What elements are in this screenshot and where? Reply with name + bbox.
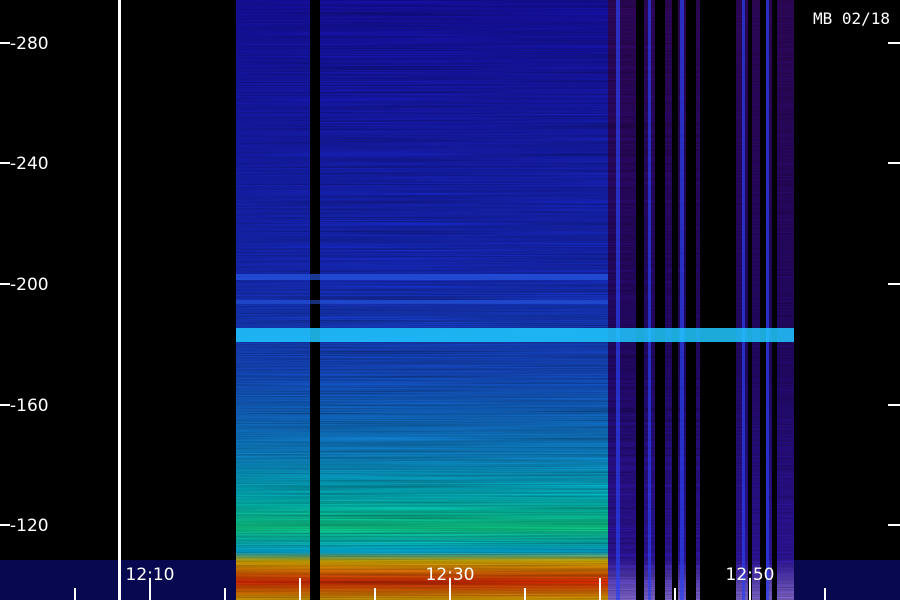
signal-strip (648, 0, 651, 600)
x-tick-label: 12:10 (126, 565, 175, 585)
y-tick-label: -160 (10, 396, 49, 416)
plot-area (0, 0, 900, 600)
signal-strip (766, 0, 769, 600)
x-tick-label: 12:30 (426, 565, 475, 585)
y-tick-label: -280 (10, 34, 49, 54)
y-tick-label: -120 (10, 516, 49, 536)
noise-floor (794, 560, 900, 600)
faint-band (236, 300, 608, 304)
dropout (672, 0, 678, 600)
dropout (748, 0, 752, 600)
dropout (636, 0, 644, 600)
dropout (760, 0, 766, 600)
dropout (686, 0, 696, 600)
dropout (655, 0, 665, 600)
faint-band (236, 274, 608, 280)
dropout (700, 0, 736, 600)
dropout (772, 0, 777, 600)
x-tick-label: 12:50 (726, 565, 775, 585)
station-label: MB 02/18 (813, 9, 890, 28)
spectrogram-chart: -120 -160 -200 -240 -280 12:10 12:30 12:50 MB 0… (0, 0, 900, 600)
signal-strip (616, 0, 620, 600)
y-tick-label: -240 (10, 154, 49, 174)
signal-strip (680, 0, 684, 600)
signal-strip (742, 0, 745, 600)
bright-band (236, 328, 794, 342)
time-marker (118, 0, 121, 600)
y-tick-label: -200 (10, 275, 49, 295)
